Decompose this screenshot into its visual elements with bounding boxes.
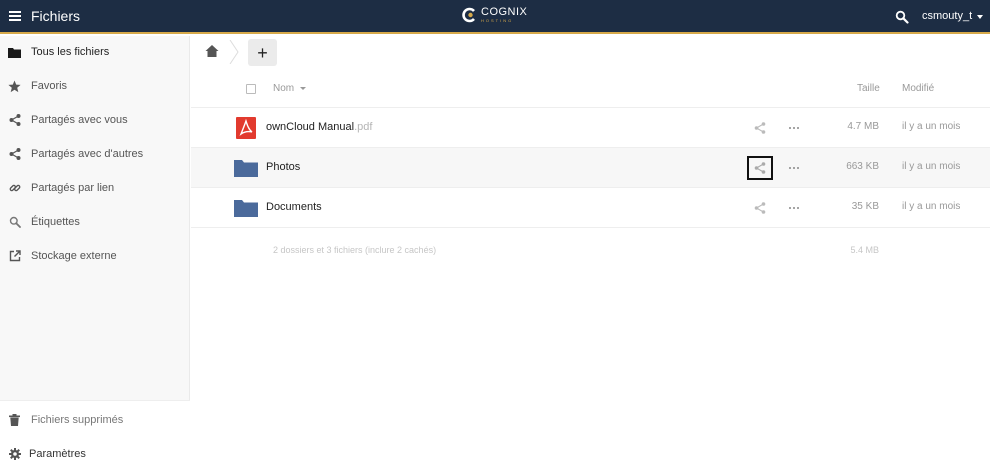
table-row[interactable]: Documents 35 KB il y a un mois <box>191 188 990 228</box>
more-actions-button[interactable] <box>787 161 801 175</box>
file-name-base: ownCloud Manual <box>266 121 355 133</box>
username: csmouty_t <box>922 10 973 22</box>
controls-bar: + <box>191 36 990 70</box>
summary-size: 5.4 MB <box>850 245 879 255</box>
file-size: 663 KB <box>846 161 879 172</box>
folder-icon <box>234 160 258 177</box>
home-icon[interactable] <box>205 44 219 58</box>
sort-down-icon <box>300 87 307 90</box>
share-button[interactable] <box>747 156 773 180</box>
sidebar-item-label: Fichiers supprimés <box>31 414 124 426</box>
file-size: 35 KB <box>851 201 879 212</box>
cognix-logo-icon <box>462 7 475 23</box>
more-actions-button[interactable] <box>787 121 801 135</box>
folder-icon <box>234 200 258 217</box>
sidebar-item-favorites[interactable]: Favoris <box>0 70 190 102</box>
sidebar-item-settings[interactable]: Paramètres <box>0 438 190 470</box>
share-icon <box>754 162 766 174</box>
search-icon <box>8 216 21 229</box>
file-name[interactable]: ownCloud Manual.pdf <box>266 121 372 133</box>
cognix-logo[interactable]: COGNIX HOSTING <box>461 7 527 23</box>
file-list-summary: 2 dossiers et 3 fichiers (inclure 2 cach… <box>191 228 990 268</box>
user-menu[interactable]: csmouty_t <box>922 10 984 22</box>
sidebar-item-label: Tous les fichiers <box>31 46 110 58</box>
logo-subtext: HOSTING <box>481 18 514 23</box>
file-name[interactable]: Photos <box>266 161 300 173</box>
sidebar-item-label: Paramètres <box>29 448 86 460</box>
sidebar-item-tags[interactable]: Étiquettes <box>0 206 190 238</box>
sidebar-item-all-files[interactable]: Tous les fichiers <box>0 36 190 68</box>
ellipsis-icon <box>789 207 799 209</box>
file-name[interactable]: Documents <box>266 201 322 213</box>
hamburger-icon <box>9 11 21 21</box>
pdf-file-icon <box>236 117 256 139</box>
share-button[interactable] <box>747 196 773 220</box>
sidebar-item-label: Étiquettes <box>31 216 80 228</box>
share-icon <box>8 114 21 127</box>
star-icon <box>8 80 21 93</box>
file-modified: il y a un mois <box>902 161 961 172</box>
sidebar-item-label: Partagés avec d'autres <box>31 148 144 160</box>
column-header-name-label: Nom <box>273 83 295 94</box>
file-extension: .pdf <box>354 121 373 133</box>
trash-icon <box>8 414 21 427</box>
column-header-modified[interactable]: Modifié <box>902 83 934 94</box>
sidebar-item-shared-with-you[interactable]: Partagés avec vous <box>0 104 190 136</box>
summary-text: 2 dossiers et 3 fichiers (inclure 2 cach… <box>273 245 437 255</box>
sidebar-item-label: Favoris <box>31 80 68 92</box>
share-button[interactable] <box>747 116 773 140</box>
search-icon[interactable] <box>895 10 909 24</box>
more-actions-button[interactable] <box>787 201 801 215</box>
sidebar-footer: Fichiers supprimés Paramètres <box>0 400 190 475</box>
sidebar-item-external-storage[interactable]: Stockage externe <box>0 240 190 272</box>
chevron-down-icon <box>977 14 984 19</box>
file-size: 4.7 MB <box>847 121 879 132</box>
link-icon <box>8 182 21 195</box>
file-list-area: + Nom Taille Modifié ownCloud Manual.pdf… <box>191 36 990 475</box>
logo-wordmark: COGNIX <box>481 6 528 18</box>
app-title: Fichiers <box>31 8 81 24</box>
gear-icon <box>8 448 21 461</box>
app-menu-button[interactable]: Fichiers <box>0 0 80 32</box>
ellipsis-icon <box>789 127 799 129</box>
file-modified: il y a un mois <box>902 201 961 212</box>
sidebar-item-shared-with-others[interactable]: Partagés avec d'autres <box>0 138 190 170</box>
share-icon <box>754 202 766 214</box>
sidebar-item-label: Partagés avec vous <box>31 114 128 126</box>
ellipsis-icon <box>789 167 799 169</box>
share-icon <box>8 148 21 161</box>
breadcrumb-separator <box>229 40 239 64</box>
column-header-name[interactable]: Nom <box>273 83 307 94</box>
sidebar: Tous les fichiers Favoris Partagés avec … <box>0 36 190 475</box>
external-storage-icon <box>8 250 21 263</box>
file-table-header: Nom Taille Modifié <box>191 70 990 108</box>
table-row[interactable]: ownCloud Manual.pdf 4.7 MB il y a un moi… <box>191 108 990 148</box>
sidebar-item-shared-by-link[interactable]: Partagés par lien <box>0 172 190 204</box>
file-name-base: Documents <box>266 201 322 213</box>
file-modified: il y a un mois <box>902 121 961 132</box>
sidebar-item-label: Partagés par lien <box>31 182 115 194</box>
new-file-button[interactable]: + <box>248 39 277 66</box>
sidebar-item-deleted-files[interactable]: Fichiers supprimés <box>0 404 190 436</box>
top-header: Fichiers COGNIX HOSTING csmouty_t <box>0 0 990 34</box>
column-header-size[interactable]: Taille <box>857 83 880 94</box>
folder-icon <box>8 46 21 59</box>
table-row[interactable]: Photos 663 KB il y a un mois <box>191 148 990 188</box>
sidebar-item-label: Stockage externe <box>31 250 117 262</box>
file-name-base: Photos <box>266 161 301 173</box>
select-all-checkbox[interactable] <box>246 84 256 94</box>
share-icon <box>754 122 766 134</box>
